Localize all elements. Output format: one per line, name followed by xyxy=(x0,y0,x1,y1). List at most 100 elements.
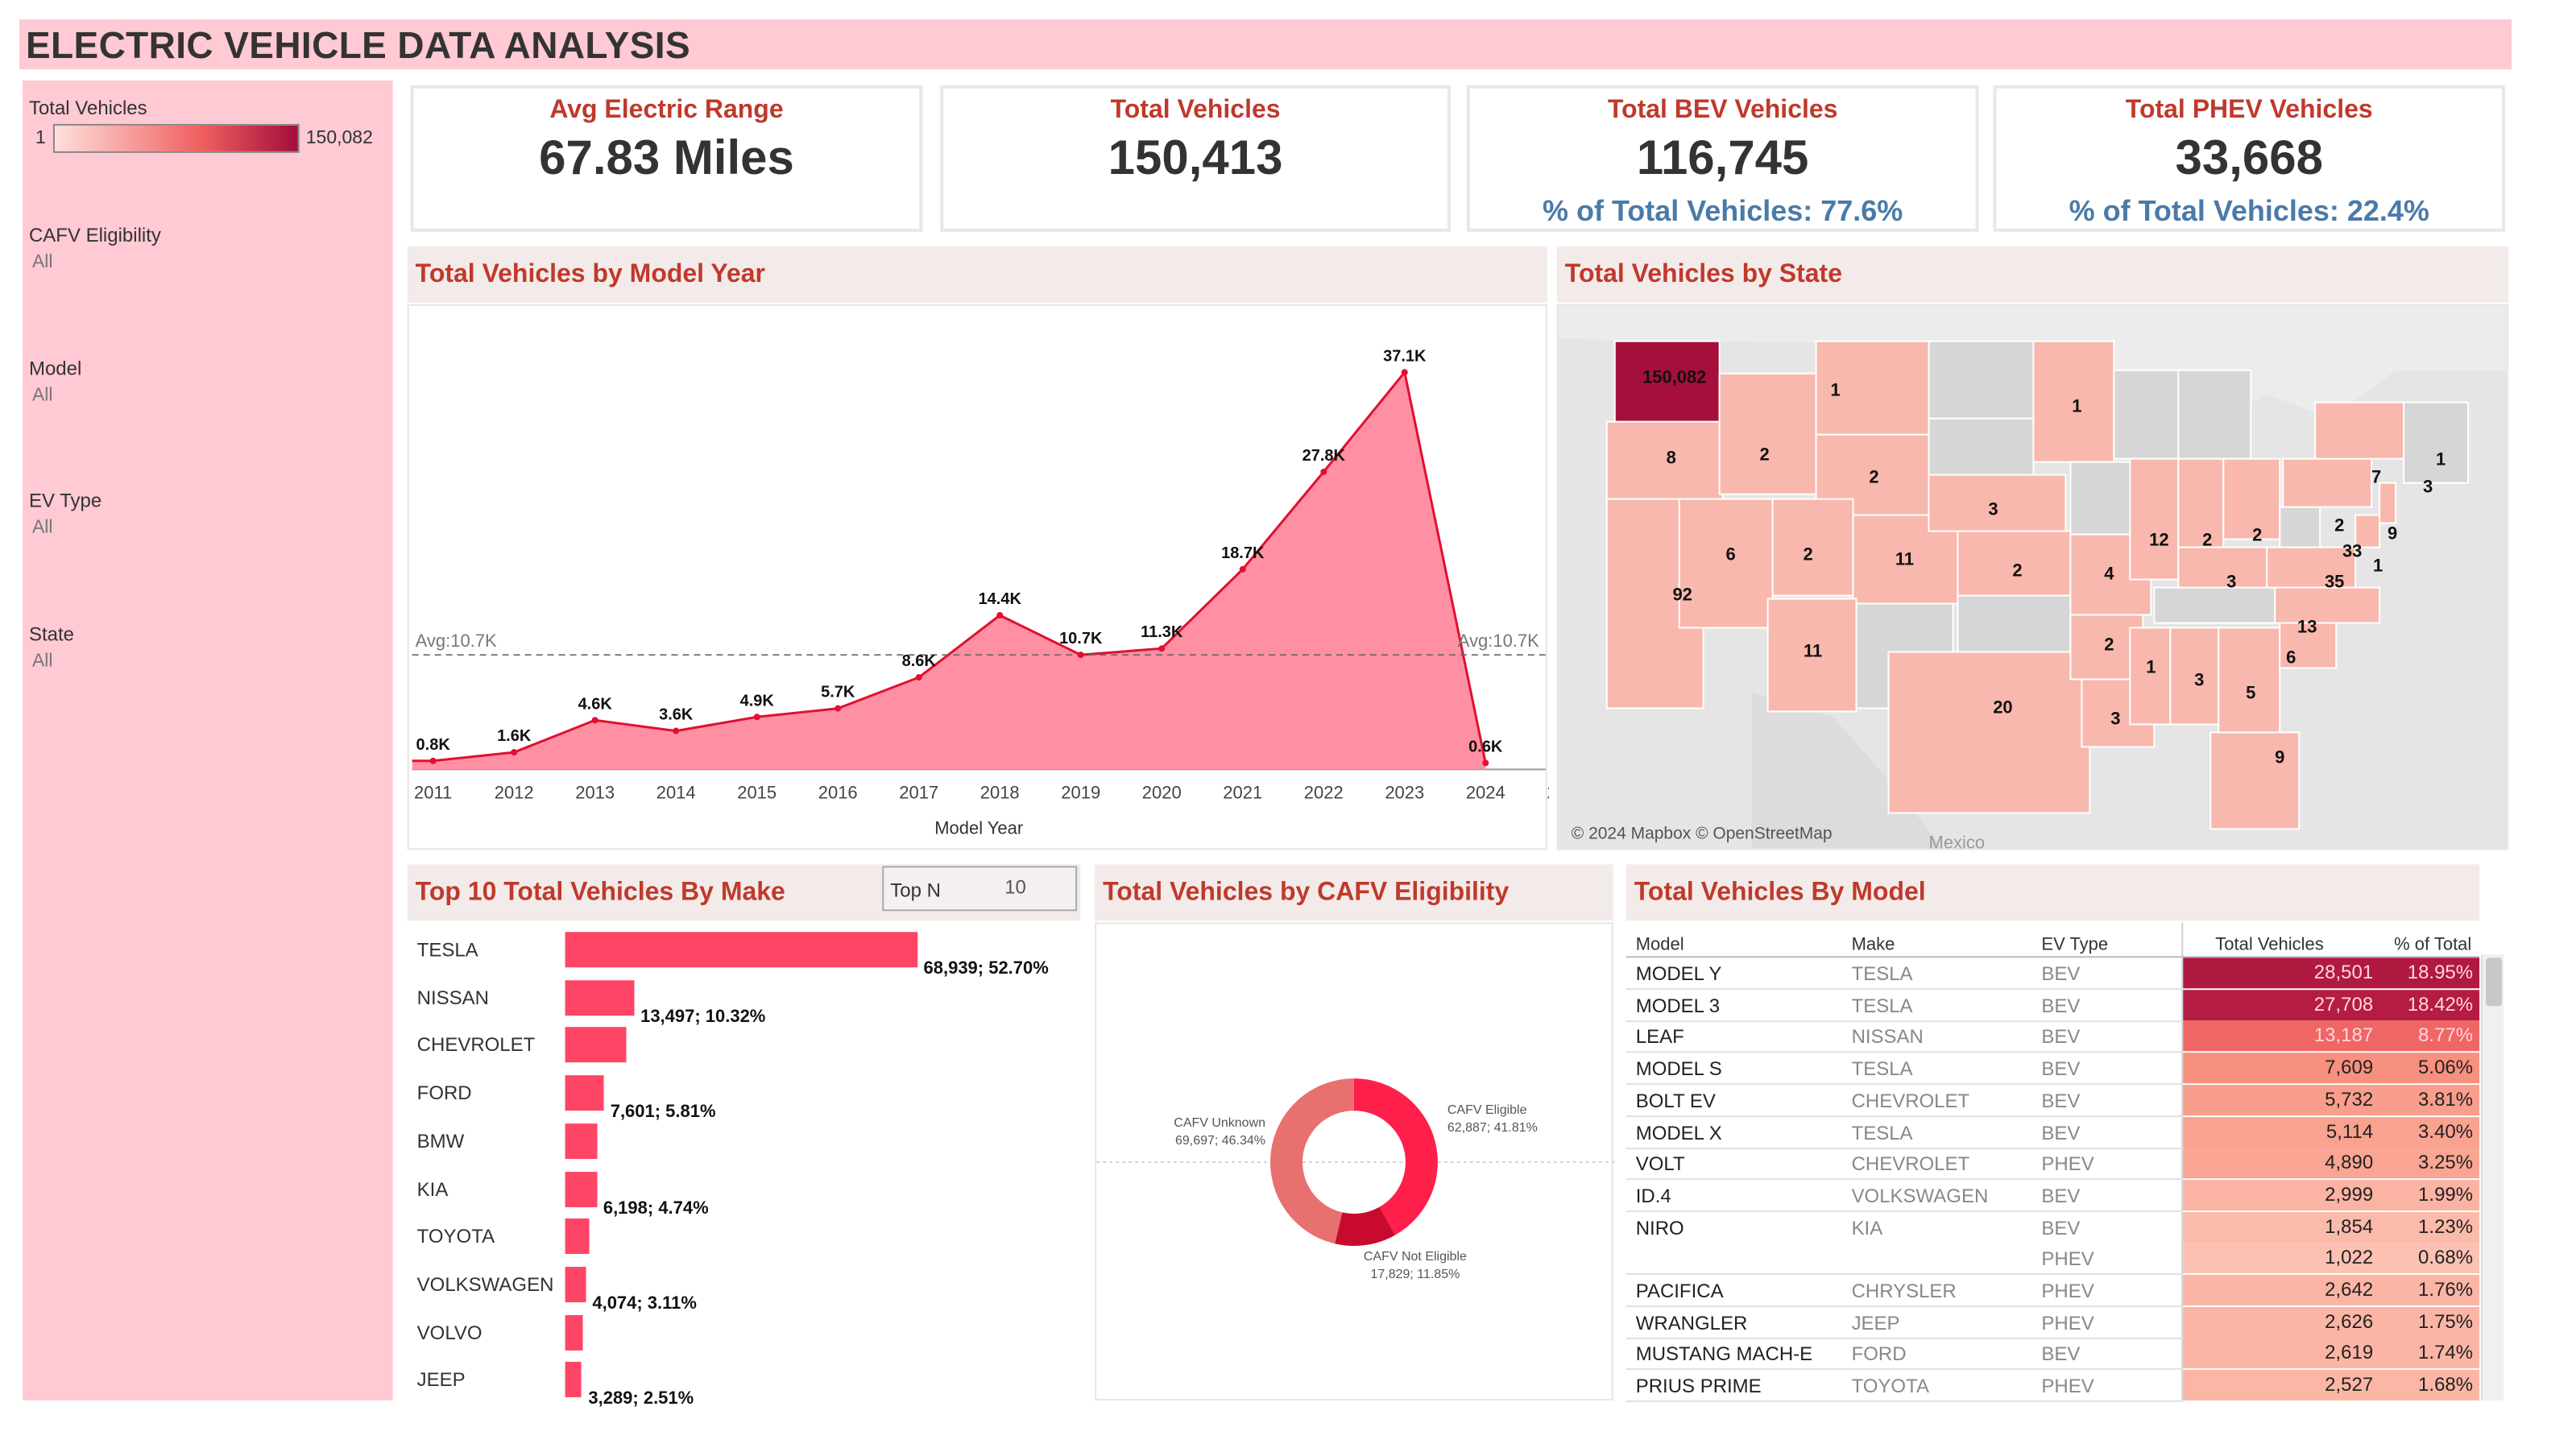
donut-slice-name: CAFV Not Eligible xyxy=(1364,1250,1467,1264)
cell-percent: 3.81% xyxy=(2418,1087,2474,1111)
year-point[interactable] xyxy=(1401,369,1408,376)
top-n-value[interactable]: 10 xyxy=(1004,875,1026,898)
state-wv[interactable] xyxy=(2279,506,2321,548)
filter-label-cafv: CAFV Eligibility xyxy=(28,223,161,246)
col-header-make[interactable]: Make xyxy=(1852,935,1895,954)
year-point[interactable] xyxy=(1239,565,1246,573)
make-bar[interactable] xyxy=(565,1266,586,1302)
state-ga[interactable] xyxy=(2218,627,2281,734)
kpi-total-value: 150,413 xyxy=(1108,131,1283,185)
map-panel[interactable]: 150,082 1 1 8 2 2 3 92 6 2 11 2 4 11 20 2 3 1 3 5 9 12 2 2 3 6 13 3… xyxy=(1556,304,2509,850)
year-data-label: 27.8K xyxy=(1302,447,1346,465)
year-point[interactable] xyxy=(429,757,437,764)
state-value-label: 2 xyxy=(2012,561,2022,581)
year-point[interactable] xyxy=(835,705,842,712)
make-bar[interactable] xyxy=(565,1075,604,1111)
make-bar[interactable] xyxy=(565,979,635,1016)
year-point[interactable] xyxy=(511,749,518,756)
year-data-label: 18.7K xyxy=(1221,544,1265,562)
table-row[interactable]: PRIUS PRIME TOYOTA PHEV 2,527 1.68% xyxy=(1626,1370,2480,1403)
state-pa[interactable] xyxy=(2282,457,2373,508)
cell-total-vehicles: 5,732 xyxy=(2325,1087,2374,1111)
col-header-percent[interactable]: % of Total xyxy=(2394,935,2471,954)
table-scrollbar[interactable] xyxy=(2481,954,2504,1400)
table-row[interactable]: PACIFICA CHRYSLER PHEV 2,642 1.76% xyxy=(1626,1275,2480,1307)
donut-slice-name: CAFV Eligible xyxy=(1447,1103,1527,1117)
col-header-total[interactable]: Total Vehicles xyxy=(2215,935,2323,954)
state-value-label: 35 xyxy=(2325,572,2344,592)
table-row[interactable]: ID.4 VOLKSWAGEN BEV 2,999 1.99% xyxy=(1626,1179,2480,1212)
state-ne-states[interactable] xyxy=(2403,401,2470,484)
make-bar[interactable] xyxy=(565,932,917,968)
state-sd[interactable] xyxy=(1928,417,2035,476)
year-point[interactable] xyxy=(996,612,1004,619)
state-wi[interactable] xyxy=(2113,369,2180,460)
make-bar[interactable] xyxy=(565,1314,583,1351)
area-fill xyxy=(412,372,1486,770)
scrollbar-thumb[interactable] xyxy=(2486,958,2503,1007)
state-il[interactable] xyxy=(2129,457,2180,581)
state-or[interactable] xyxy=(1605,420,1724,500)
state-tx[interactable] xyxy=(1887,651,2091,814)
table-row[interactable]: VOLT CHEVROLET PHEV 4,890 3.25% xyxy=(1626,1148,2480,1181)
table-row[interactable]: LEAF NISSAN BEV 13,187 8.77% xyxy=(1626,1020,2480,1053)
make-bar[interactable] xyxy=(565,1362,582,1398)
make-bar-label: 4,074; 3.11% xyxy=(592,1293,697,1314)
year-point[interactable] xyxy=(1077,652,1084,659)
table-row[interactable]: WRANGLER JEEP PHEV 2,626 1.75% xyxy=(1626,1306,2480,1339)
col-header-model[interactable]: Model xyxy=(1636,935,1684,954)
state-value-label: 20 xyxy=(1993,697,2012,717)
cafv-donut-chart[interactable]: CAFV Eligible 62,887; 41.81% CAFV Not Elig… xyxy=(1096,924,1615,1402)
make-label: VOLVO xyxy=(416,1321,482,1344)
cell-total-heat: 2,619 1.74% xyxy=(2183,1338,2480,1369)
top-n-parameter[interactable]: Top N 10 xyxy=(882,866,1078,912)
cell-ev-type: BEV xyxy=(2041,994,2081,1017)
state-nc[interactable] xyxy=(2274,586,2381,624)
table-row[interactable]: MODEL X TESLA BEV 5,114 3.40% xyxy=(1626,1116,2480,1149)
state-ny[interactable] xyxy=(2314,401,2405,460)
make-bar[interactable] xyxy=(565,1171,597,1207)
state-nj[interactable] xyxy=(2379,482,2397,524)
table-row[interactable]: MODEL Y TESLA BEV 28,501 18.95% xyxy=(1626,958,2480,991)
year-point[interactable] xyxy=(753,714,760,721)
year-point[interactable] xyxy=(915,674,922,681)
cell-total-heat: 5,114 3.40% xyxy=(2183,1116,2480,1148)
table-row[interactable]: NIRO KIA BEV 1,854 1.23% xyxy=(1626,1211,2480,1243)
make-bar-label: 68,939; 52.70% xyxy=(923,959,1049,979)
make-bar[interactable] xyxy=(565,1218,590,1255)
filter-state-dropdown[interactable]: All xyxy=(32,652,53,671)
cell-ev-type: BEV xyxy=(2041,962,2081,986)
state-fl[interactable] xyxy=(2209,731,2301,830)
make-bar[interactable] xyxy=(565,1123,598,1159)
filter-model-dropdown[interactable]: All xyxy=(32,387,53,406)
filter-ev-type-dropdown[interactable]: All xyxy=(32,519,53,538)
year-point[interactable] xyxy=(1482,759,1489,767)
cell-total-heat: 4,890 3.25% xyxy=(2183,1148,2480,1179)
year-area-chart[interactable]: Avg:10.7K Avg:10.7K 0.8K 1.6K 4.6K 3.6K 4.9K 5.… xyxy=(409,306,1586,852)
col-header-ev-type[interactable]: EV Type xyxy=(2041,935,2108,954)
state-id[interactable] xyxy=(1718,372,1817,495)
state-in[interactable] xyxy=(2177,457,2225,548)
table-row[interactable]: PHEV 1,022 0.68% xyxy=(1626,1243,2480,1276)
state-value-label: 9 xyxy=(2275,747,2284,767)
table-row[interactable]: MODEL S TESLA BEV 7,609 5.06% xyxy=(1626,1053,2480,1086)
cell-percent: 1.76% xyxy=(2418,1278,2474,1301)
make-bar[interactable] xyxy=(565,1027,627,1063)
state-mi[interactable] xyxy=(2177,369,2252,460)
table-row[interactable]: BOLT EV CHEVROLET BEV 5,732 3.81% xyxy=(1626,1084,2480,1117)
state-ok[interactable] xyxy=(1957,594,2088,653)
filter-cafv-dropdown[interactable]: All xyxy=(32,253,53,272)
donut-slice[interactable] xyxy=(1353,1078,1438,1235)
year-point[interactable] xyxy=(1158,645,1166,652)
state-nd[interactable] xyxy=(1928,340,2035,420)
year-point[interactable] xyxy=(673,727,680,734)
year-point[interactable] xyxy=(1320,468,1327,475)
cell-total-heat: 1,022 0.68% xyxy=(2183,1243,2480,1274)
state-value-label: 33 xyxy=(2342,541,2362,561)
cell-make: NISSAN xyxy=(1851,1025,1924,1049)
state-choropleth-map[interactable]: 150,082118 223926 2 112 4112023135912 2 236133… xyxy=(1558,305,2508,850)
year-point[interactable] xyxy=(591,717,598,724)
table-row[interactable]: MUSTANG MACH-E FORD BEV 2,619 1.74% xyxy=(1626,1338,2480,1371)
table-row[interactable]: MODEL 3 TESLA BEV 27,708 18.42% xyxy=(1626,989,2480,1022)
make-label: TOYOTA xyxy=(416,1225,495,1248)
